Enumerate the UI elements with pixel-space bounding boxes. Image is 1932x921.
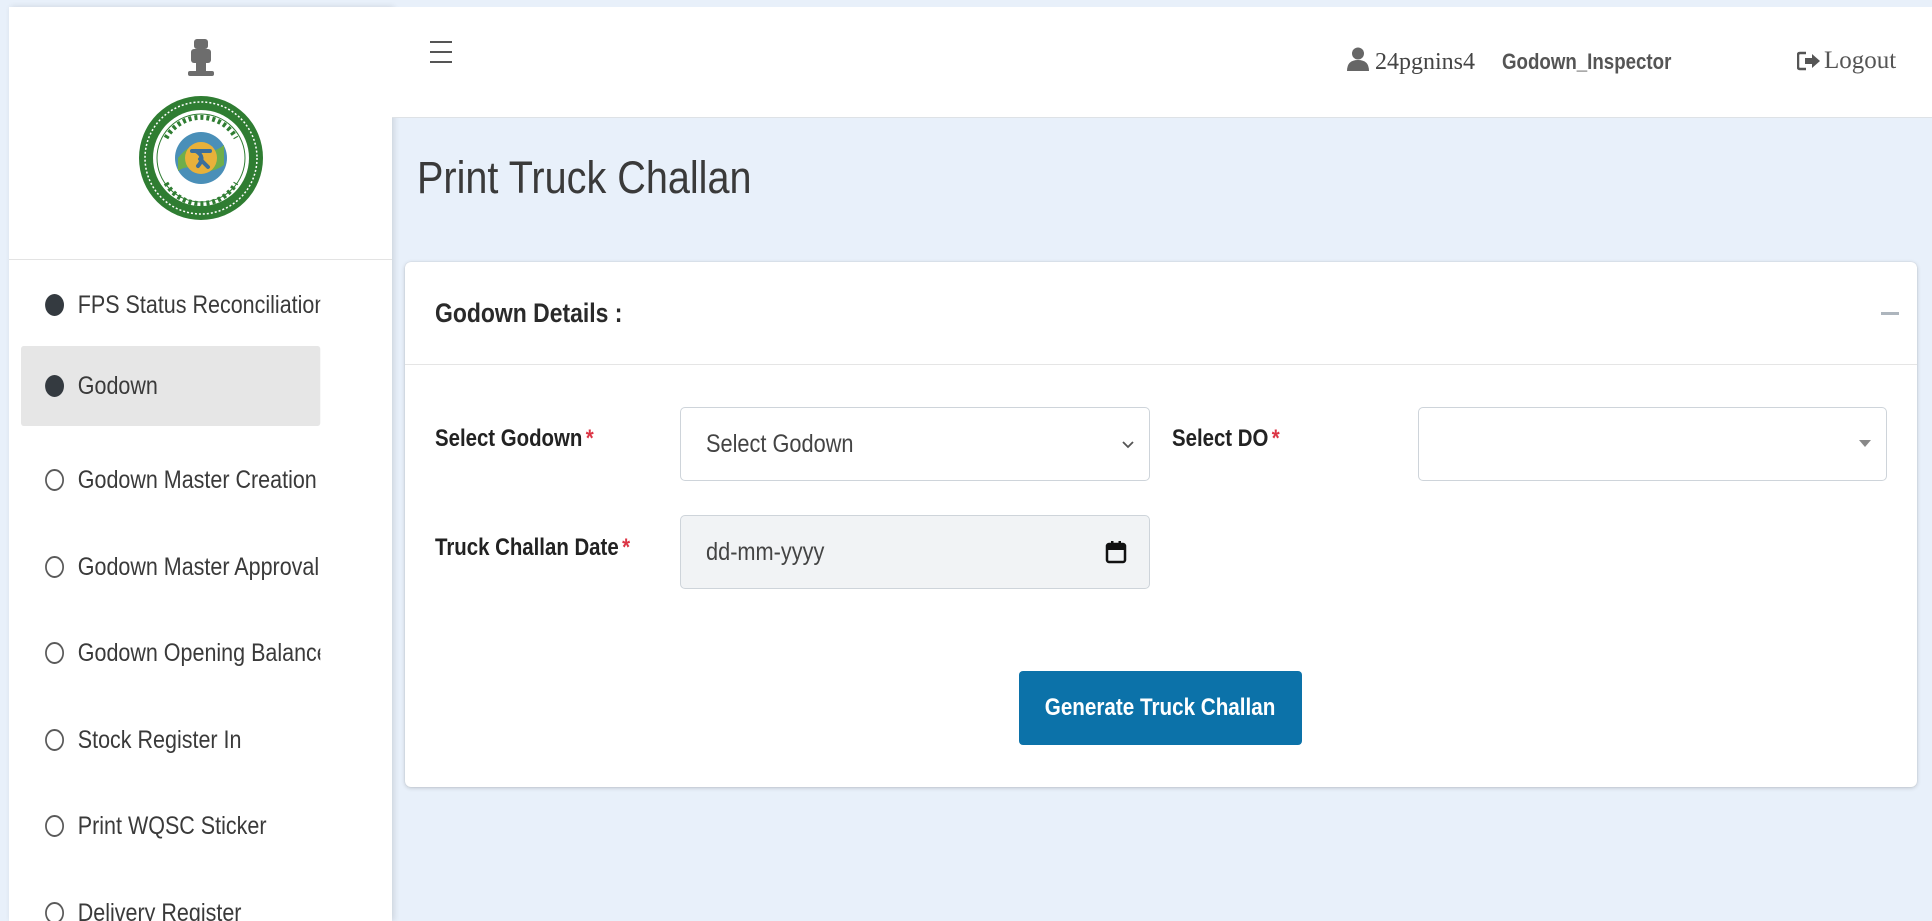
filled-circle-icon [45,375,64,397]
circle-outline-icon [45,556,64,578]
sidebar-item-label: Godown Master Creation [77,465,317,494]
generate-truck-challan-label: Generate Truck Challan [1045,694,1276,721]
godown-label: Select Godown * [435,425,594,453]
logout-label: Logout [1824,47,1897,74]
filled-circle-icon [45,294,64,316]
sidebar-item-label: Print WQSC Sticker [77,811,267,840]
date-label: Truck Challan Date * [435,534,630,562]
sidebar-item-godown[interactable]: Godown [21,346,321,426]
sign-out-icon [1797,51,1820,71]
required-marker: * [622,534,631,561]
top-navbar: 24pgnins4 Godown_Inspector Logout [392,7,1932,118]
do-label: Select DO * [1172,425,1280,453]
truck-challan-date-input[interactable]: dd-mm-yyyy [680,515,1150,589]
card-title: Godown Details : [435,298,623,328]
user-info[interactable]: 24pgnins4 [1347,47,1475,76]
sidebar-item-delivery-register[interactable]: Delivery Register [21,873,320,921]
circle-outline-icon [45,815,64,837]
logo-area [9,7,392,260]
circle-outline-icon [45,729,64,751]
sidebar-item-print-wqsc-sticker[interactable]: Print WQSC Sticker [21,786,320,866]
sidebar-item-stock-register-in[interactable]: Stock Register In [21,700,320,780]
sidebar-item-label: Stock Register In [77,725,242,754]
required-marker: * [1271,425,1280,452]
sidebar-item-label: Delivery Register [77,898,242,921]
sidebar-item-label: Godown Opening Balance Er [77,638,321,667]
hamburger-icon[interactable] [430,41,452,63]
sidebar-item-fps-status-reconciliation[interactable]: FPS Status Reconciliation [21,265,320,345]
date-placeholder: dd-mm-yyyy [706,538,825,566]
sidebar-item-label: Godown [77,371,158,400]
godown-select-value: Select Godown [706,430,854,458]
required-marker: * [585,425,594,452]
circle-outline-icon [45,642,64,664]
sidebar: FPS Status Reconciliation Godown Godown … [9,7,392,921]
chevron-down-icon [1122,441,1134,449]
dropdown-arrow-icon [1859,440,1871,447]
circle-outline-icon [45,902,64,921]
godown-select[interactable]: Select Godown [680,407,1150,481]
date-label-text: Truck Challan Date [435,534,619,561]
do-select[interactable] [1418,407,1887,481]
circle-outline-icon [45,469,64,491]
do-label-text: Select DO [1172,425,1269,452]
sidebar-item-label: Godown Master Approval (Se [77,552,321,581]
user-icon [1347,47,1369,71]
godown-label-text: Select Godown [435,425,583,452]
page-title: Print Truck Challan [417,152,752,203]
username: 24pgnins4 [1375,49,1476,75]
generate-truck-challan-button[interactable]: Generate Truck Challan [1019,671,1302,745]
west-bengal-emblem-logo [138,39,263,220]
sidebar-item-label: FPS Status Reconciliation [77,290,321,319]
godown-details-card: Godown Details : Select Godown * Select G… [405,262,1917,787]
minus-icon[interactable] [1881,312,1899,315]
user-role: Godown_Inspector [1502,49,1672,74]
sidebar-item-godown-master-approval[interactable]: Godown Master Approval (Se [21,527,320,607]
card-header: Godown Details : [405,262,1917,365]
sidebar-item-godown-opening-balance[interactable]: Godown Opening Balance Er [21,613,320,693]
sidebar-item-godown-master-creation[interactable]: Godown Master Creation [21,440,320,520]
calendar-icon[interactable] [1105,540,1127,564]
logout-link[interactable]: Logout [1797,47,1896,75]
